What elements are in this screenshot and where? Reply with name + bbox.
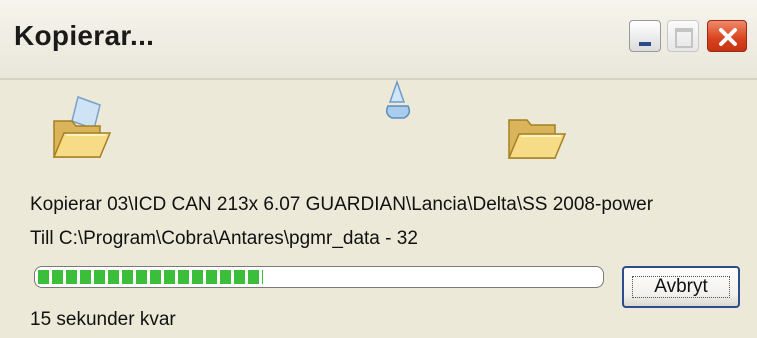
cancel-button[interactable]: Avbryt — [622, 266, 740, 308]
time-remaining-text: 15 sekunder kvar — [30, 309, 176, 330]
close-button[interactable] — [707, 20, 747, 52]
cancel-button-label: Avbryt — [654, 276, 708, 297]
maximize-button — [667, 20, 699, 52]
minimize-icon — [639, 42, 651, 46]
title-separator — [0, 78, 757, 80]
flying-document-icon — [385, 80, 411, 119]
maximize-icon — [675, 28, 693, 48]
copy-dialog: Kopierar... Kopierar 03\ICD CAN 213x 6.0… — [0, 0, 757, 338]
copy-progress-bar — [34, 266, 604, 288]
minimize-button[interactable] — [629, 20, 661, 52]
window-title: Kopierar... — [14, 20, 155, 51]
copy-source-text: Kopierar 03\ICD CAN 213x 6.07 GUARDIAN\L… — [30, 194, 654, 215]
close-icon — [719, 28, 737, 46]
title-bar[interactable]: Kopierar... — [0, 0, 757, 78]
copy-destination-text: Till C:\Program\Cobra\Antares\pgmr_data … — [30, 228, 418, 249]
source-folder-icon — [52, 96, 112, 158]
progress-fill — [38, 270, 263, 284]
destination-folder-icon — [507, 119, 567, 159]
